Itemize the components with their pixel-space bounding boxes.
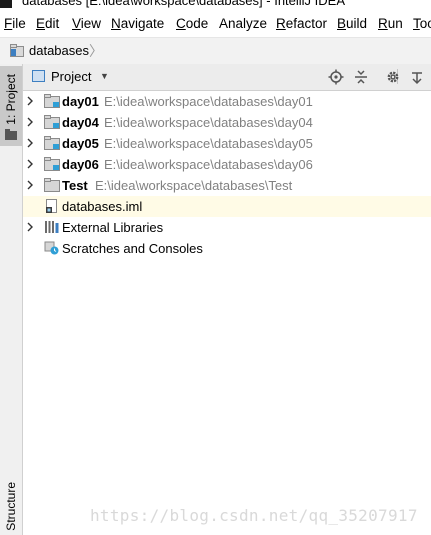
chevron-right-icon[interactable] xyxy=(25,137,35,149)
iml-file-icon xyxy=(46,199,57,213)
project-tab-label: 1: Project xyxy=(4,74,18,125)
tree-row-day04[interactable]: day04 E:\idea\workspace\databases\day04 xyxy=(23,112,431,133)
menu-navigate[interactable]: Navigate xyxy=(111,16,164,31)
menu-run[interactable]: Run xyxy=(378,16,403,31)
menu-tools[interactable]: Too xyxy=(413,16,431,31)
menu-edit[interactable]: Edit xyxy=(36,16,59,31)
window-title-bar: databases [E:\idea\workspace\databases] … xyxy=(0,0,431,9)
chevron-right-icon[interactable] xyxy=(25,95,35,107)
tree-item-name: day04 xyxy=(62,115,99,130)
tree-item-path: E:\idea\workspace\databases\day01 xyxy=(104,94,313,109)
menu-analyze[interactable]: Analyze xyxy=(219,16,267,31)
project-view-selector[interactable]: Project xyxy=(51,69,91,84)
tree-row-test[interactable]: Test E:\idea\workspace\databases\Test xyxy=(23,175,431,196)
tree-item-name: day05 xyxy=(62,136,99,151)
menu-bar: File Edit View Navigate Code Analyze Ref… xyxy=(0,13,431,35)
tree-item-name: External Libraries xyxy=(62,220,164,235)
window-title: databases [E:\idea\workspace\databases] … xyxy=(22,0,346,8)
tree-row-scratches-and-consoles[interactable]: Scratches and Consoles xyxy=(23,238,431,259)
module-folder-icon xyxy=(44,157,60,171)
scratches-icon xyxy=(44,241,59,255)
tree-row-external-libraries[interactable]: External Libraries xyxy=(23,217,431,238)
tree-row-day05[interactable]: day05 E:\idea\workspace\databases\day05 xyxy=(23,133,431,154)
module-folder-icon xyxy=(44,136,60,150)
breadcrumb-databases[interactable]: databases xyxy=(29,43,89,58)
project-view-icon xyxy=(32,70,45,82)
gear-icon[interactable] xyxy=(384,68,402,86)
hide-panel-icon[interactable] xyxy=(408,68,426,86)
target-icon[interactable] xyxy=(327,68,345,86)
folder-icon xyxy=(44,178,60,192)
structure-tab-label[interactable]: Structure xyxy=(4,482,18,531)
menu-refactor[interactable]: Refactor xyxy=(276,16,327,31)
project-tool-tab[interactable]: 1: Project xyxy=(0,66,22,146)
tree-item-name: databases.iml xyxy=(62,199,143,214)
navigation-bar: databases 〉 xyxy=(0,37,431,65)
chevron-right-icon[interactable] xyxy=(25,179,35,191)
intellij-app-icon xyxy=(0,0,12,8)
module-folder-icon xyxy=(44,115,60,129)
tree-item-name: Scratches and Consoles xyxy=(62,241,203,256)
module-folder-icon xyxy=(44,94,60,108)
tree-item-path: E:\idea\workspace\databases\day05 xyxy=(104,136,313,151)
menu-file[interactable]: File xyxy=(4,16,26,31)
project-tab-folder-icon xyxy=(5,129,17,140)
tree-item-name: day06 xyxy=(62,157,99,172)
chevron-right-icon[interactable] xyxy=(25,158,35,170)
chevron-right-icon[interactable] xyxy=(25,221,35,233)
chevron-right-icon[interactable] xyxy=(25,116,35,128)
menu-build[interactable]: Build xyxy=(337,16,367,31)
breadcrumb-separator: 〉 xyxy=(89,43,103,59)
chevron-down-icon[interactable]: ▼ xyxy=(100,71,109,81)
tree-item-name: Test xyxy=(62,178,88,193)
tree-item-path: E:\idea\workspace\databases\Test xyxy=(95,178,293,193)
tree-row-day01[interactable]: day01 E:\idea\workspace\databases\day01 xyxy=(23,91,431,112)
left-tool-stripe: 1: Project Structure xyxy=(0,64,23,535)
tree-item-path: E:\idea\workspace\databases\day04 xyxy=(104,115,313,130)
project-folder-icon xyxy=(10,44,24,57)
library-icon xyxy=(45,221,59,233)
tree-item-path: E:\idea\workspace\databases\day06 xyxy=(104,157,313,172)
tree-row-day06[interactable]: day06 E:\idea\workspace\databases\day06 xyxy=(23,154,431,175)
tree-item-name: day01 xyxy=(62,94,99,109)
project-panel-header: Project ▼ xyxy=(23,64,431,91)
watermark-text: https://blog.csdn.net/qq_35207917 xyxy=(90,506,418,525)
collapse-all-icon[interactable] xyxy=(352,68,370,86)
menu-code[interactable]: Code xyxy=(176,16,208,31)
menu-view[interactable]: View xyxy=(72,16,101,31)
tree-row-databases-iml[interactable]: databases.iml xyxy=(23,196,431,217)
